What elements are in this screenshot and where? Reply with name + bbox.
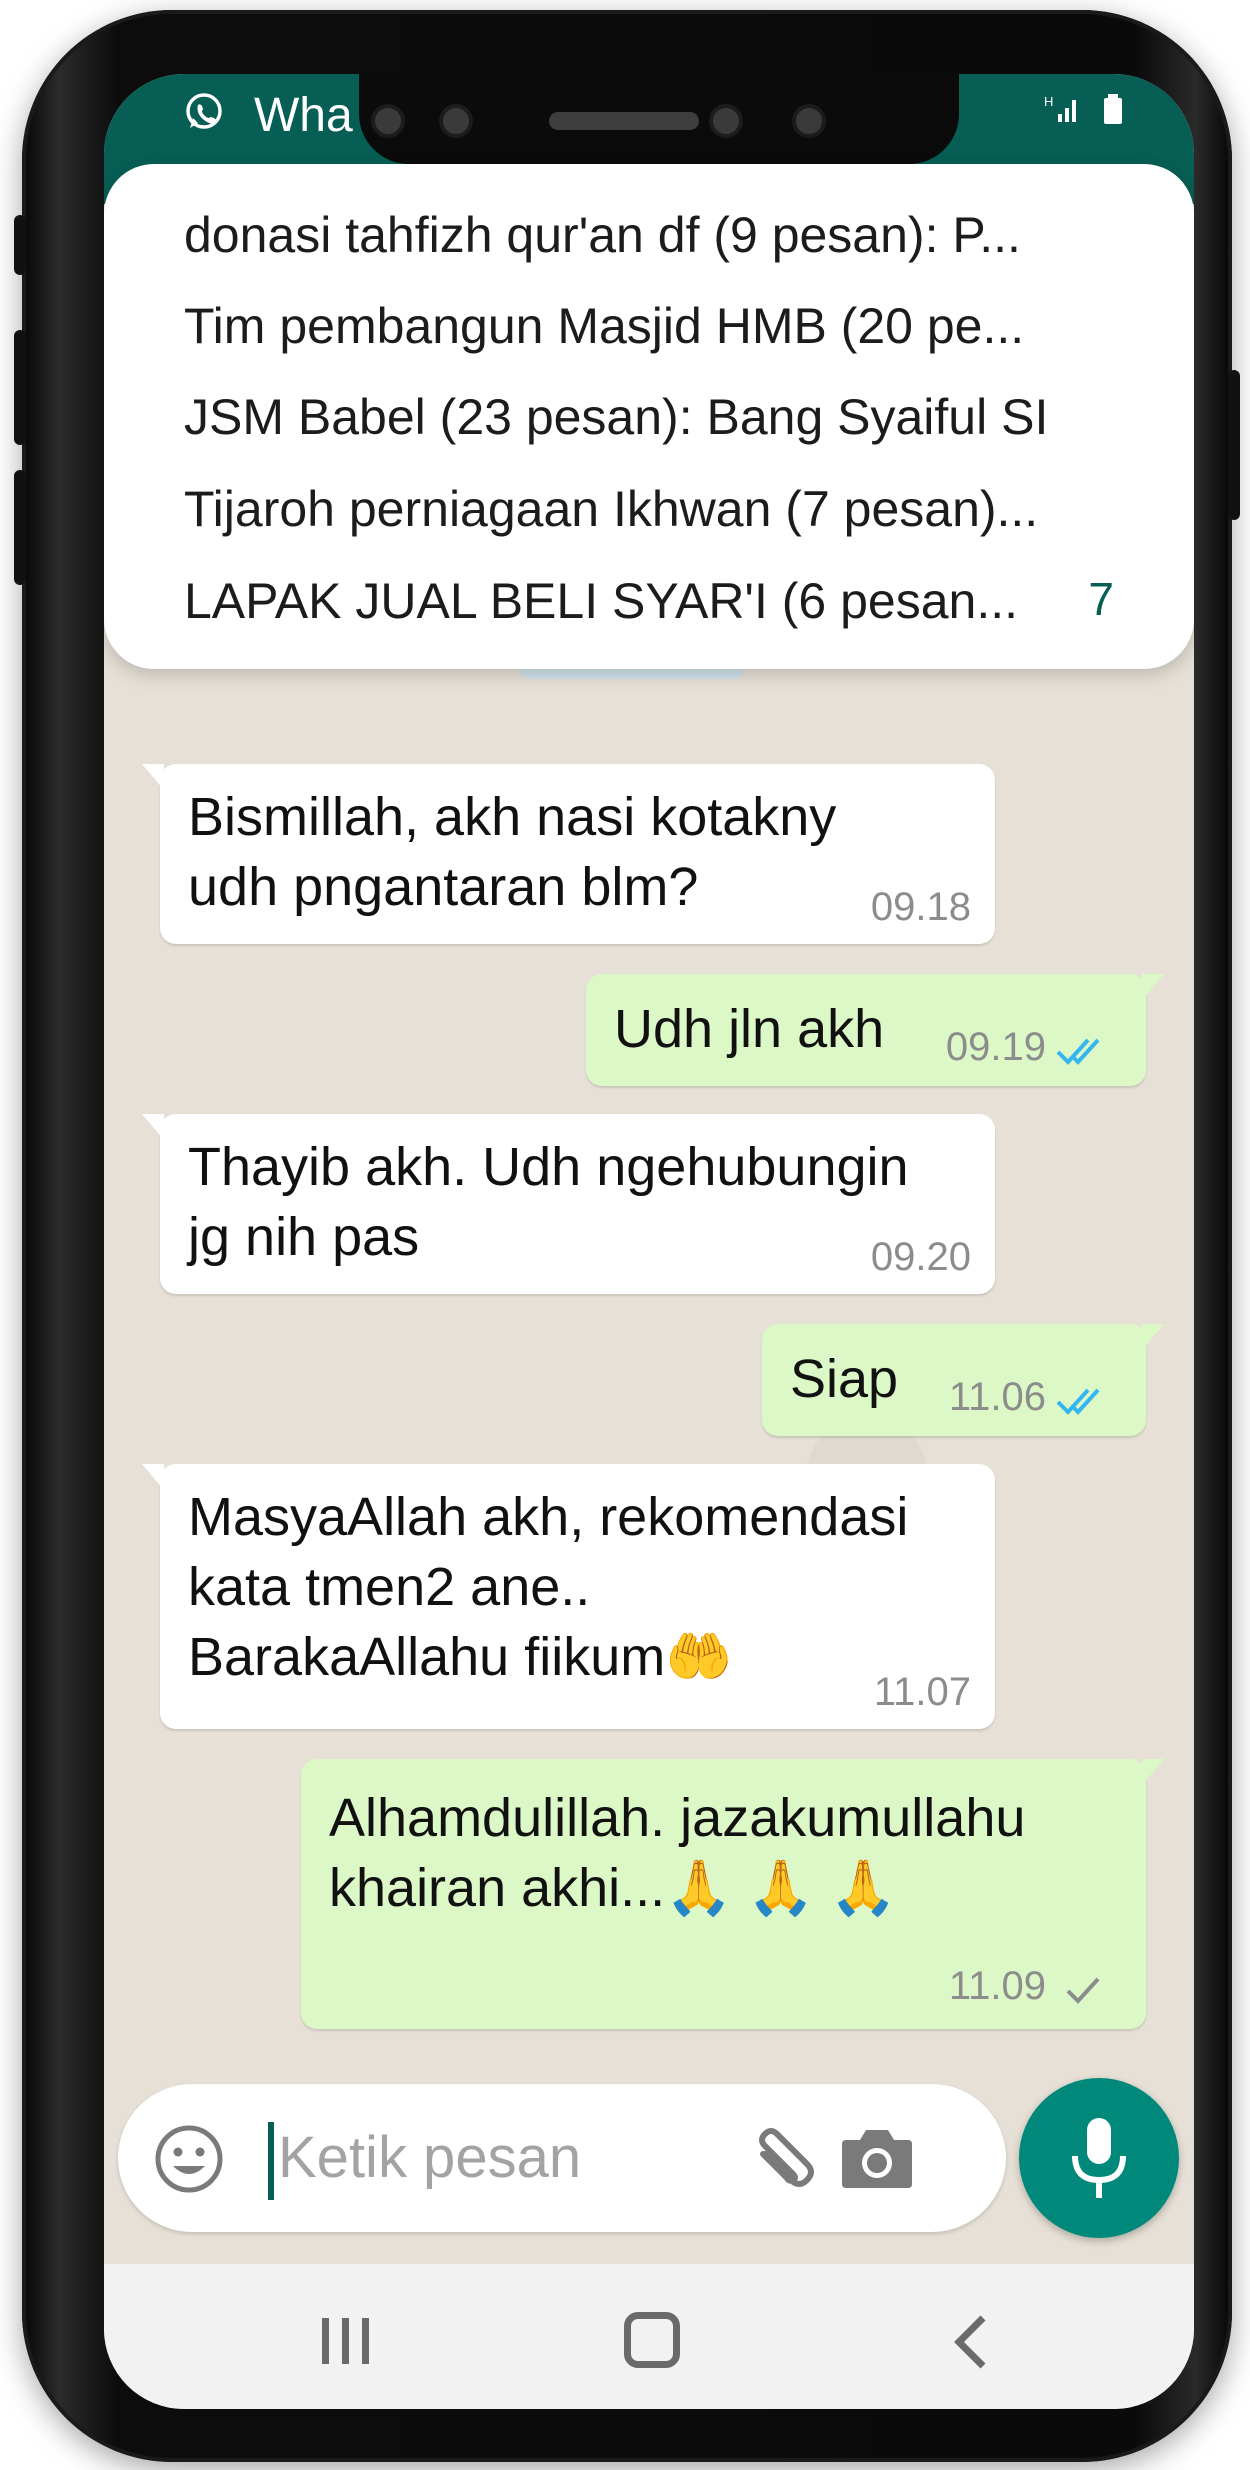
paperclip-icon[interactable] xyxy=(743,2118,823,2198)
read-ticks-icon xyxy=(1056,1038,1100,1065)
phone-frame: Wha H donasi tahfizh qur'an df (9 pesan)… xyxy=(14,10,1240,2462)
sensor-dot xyxy=(371,104,405,138)
bubble-tail xyxy=(142,764,164,790)
message-time: 09.18 xyxy=(870,885,971,929)
mic-icon xyxy=(1072,2118,1126,2198)
sensor-dot xyxy=(709,104,743,138)
sent-tick-icon xyxy=(1066,1977,1100,2004)
notification-line[interactable]: donasi tahfizh qur'an df (9 pesan): P... xyxy=(184,206,1021,264)
speaker-grille xyxy=(549,112,699,130)
message-input-bar: Ketik pesan xyxy=(118,2084,1006,2232)
message-text: Alhamdulillah. jazakumullahu khairan akh… xyxy=(329,1788,1026,1918)
text-cursor xyxy=(268,2122,274,2200)
nav-recents-icon[interactable] xyxy=(316,2314,376,2368)
notification-line[interactable]: Tim pembangun Masjid HMB (20 pe... xyxy=(184,297,1024,355)
message-bubble-incoming[interactable]: Bismillah, akh nasi kotakny udh pngantar… xyxy=(142,764,995,944)
nav-back-icon[interactable] xyxy=(947,2312,997,2372)
notification-line[interactable]: LAPAK JUAL BELI SYAR'I (6 pesan... xyxy=(184,572,1018,630)
notification-popup[interactable]: donasi tahfizh qur'an df (9 pesan): P...… xyxy=(104,164,1194,669)
header-title[interactable]: Wha xyxy=(254,88,353,143)
message-time: 11.09 xyxy=(948,1964,1046,2008)
system-navigation-bar xyxy=(104,2264,1194,2409)
message-input[interactable]: Ketik pesan xyxy=(278,2124,581,2191)
bubble-tail xyxy=(1142,1324,1164,1350)
message-bubble-outgoing[interactable]: Siap 11.06 xyxy=(762,1324,1164,1436)
camera-icon[interactable] xyxy=(840,2124,914,2190)
notification-count: 7 xyxy=(1088,573,1114,625)
front-camera xyxy=(792,104,826,138)
message-text: MasyaAllah akh, rekomendasi kata tmen2 a… xyxy=(188,1487,909,1687)
message-bubble-incoming[interactable]: MasyaAllah akh, rekomendasi kata tmen2 a… xyxy=(142,1464,995,1729)
whatsapp-icon xyxy=(186,93,222,129)
side-button xyxy=(14,215,26,275)
signal-icon: H xyxy=(1044,94,1076,122)
bubble-tail xyxy=(142,1464,164,1490)
bubble-tail xyxy=(142,1114,164,1140)
notification-line[interactable]: Tijaroh perniagaan Ikhwan (7 pesan)... xyxy=(184,480,1038,538)
power-button xyxy=(1228,370,1240,520)
message-time: 11.07 xyxy=(873,1670,971,1714)
message-time: 09.19 xyxy=(945,1025,1046,1069)
message-text: Siap xyxy=(790,1349,899,1409)
bubble-tail xyxy=(1142,1759,1164,1785)
message-bubble-outgoing[interactable]: Alhamdulillah. jazakumullahu khairan akh… xyxy=(301,1759,1164,2029)
battery-icon xyxy=(1104,94,1122,124)
message-text: Udh jln akh xyxy=(614,999,885,1059)
volume-up-button xyxy=(14,330,26,445)
read-ticks-icon xyxy=(1056,1388,1100,1415)
camera-notch xyxy=(359,74,959,164)
message-bubble-outgoing[interactable]: Udh jln akh 09.19 xyxy=(586,974,1164,1086)
message-text: Bismillah, akh nasi kotakny udh pngantar… xyxy=(188,787,837,917)
message-time: 11.06 xyxy=(948,1375,1046,1419)
nav-home-icon[interactable] xyxy=(624,2312,680,2368)
message-text: Thayib akh. Udh ngehubungin jg nih pas xyxy=(188,1137,909,1267)
screen: Wha H donasi tahfizh qur'an df (9 pesan)… xyxy=(104,74,1194,2409)
emoji-icon[interactable] xyxy=(152,2122,226,2196)
notification-line[interactable]: JSM Babel (23 pesan): Bang Syaiful SI xyxy=(184,388,1048,446)
status-icons: H xyxy=(1044,92,1124,126)
bubble-tail xyxy=(1142,974,1164,1000)
message-bubble-incoming[interactable]: Thayib akh. Udh ngehubungin jg nih pas 0… xyxy=(142,1114,995,1294)
mic-button[interactable] xyxy=(1019,2078,1179,2238)
sensor-dot xyxy=(439,104,473,138)
svg-text:H: H xyxy=(1044,94,1053,109)
volume-down-button xyxy=(14,470,26,585)
message-time: 09.20 xyxy=(870,1235,971,1279)
